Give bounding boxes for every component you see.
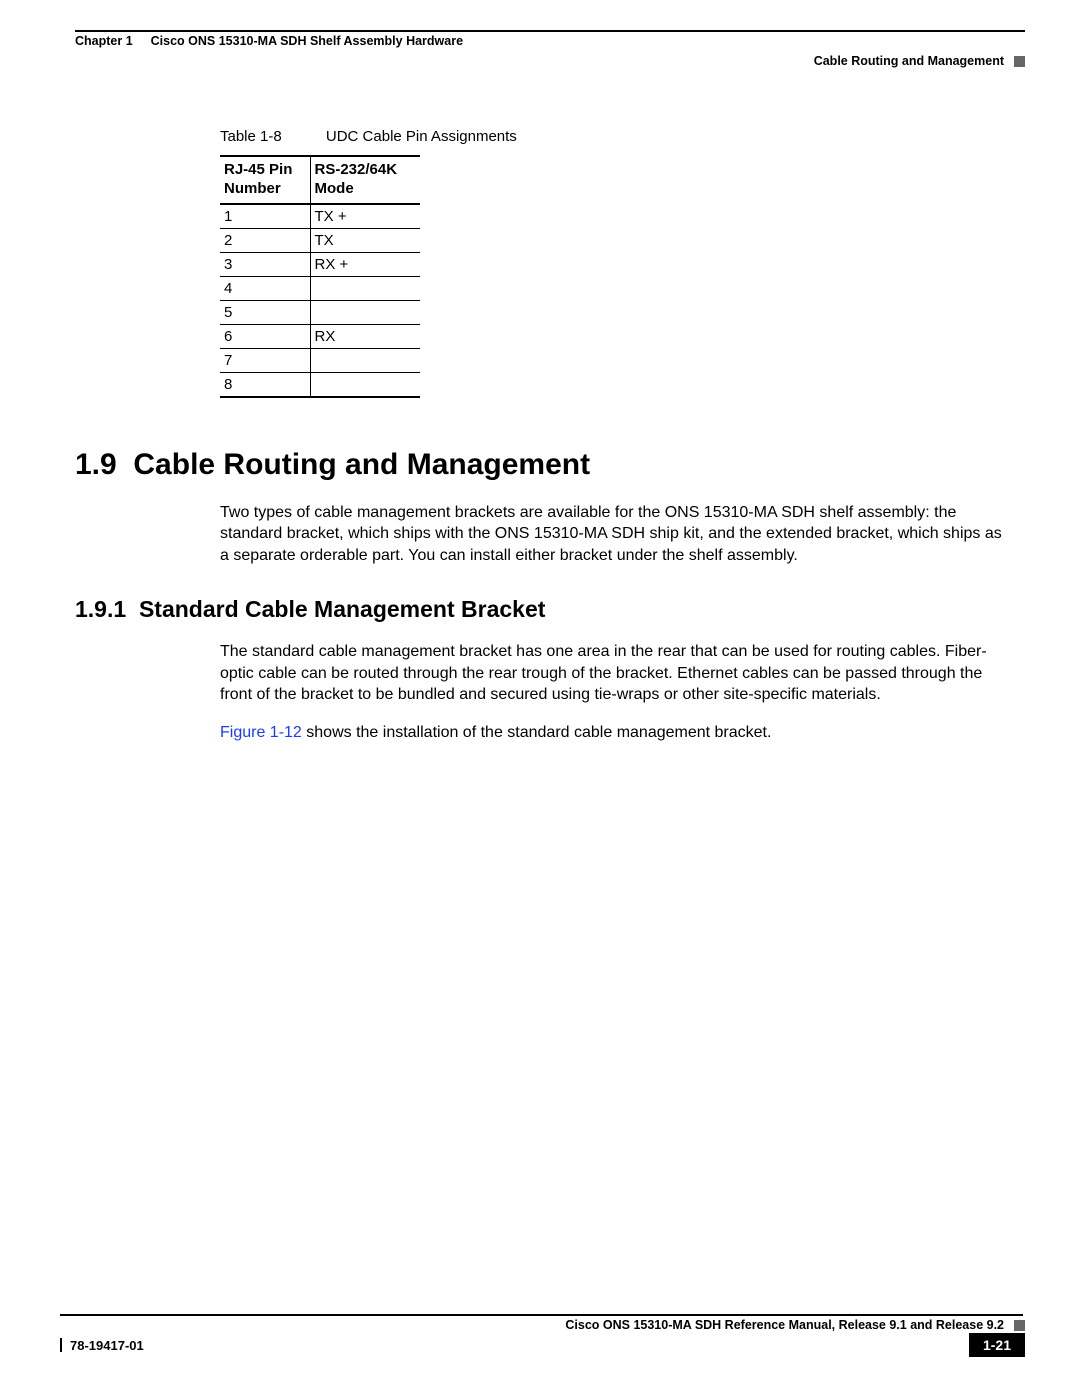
cell-pin: 7 <box>220 348 310 372</box>
header-rule <box>75 30 1025 32</box>
cell-mode: TX <box>310 228 420 252</box>
header-section-label: Cable Routing and Management <box>814 54 1004 68</box>
table-row: 1TX + <box>220 204 420 229</box>
footer-marker-icon <box>1014 1320 1025 1331</box>
page-number: 1-21 <box>983 1337 1011 1353</box>
cell-mode: RX + <box>310 252 420 276</box>
footer-rule <box>60 1314 1023 1316</box>
cell-pin: 3 <box>220 252 310 276</box>
cell-mode: RX <box>310 324 420 348</box>
cell-mode <box>310 300 420 324</box>
body-text: shows the installation of the standard c… <box>302 724 772 741</box>
footer-doc-number: 78-19417-01 <box>70 1338 144 1353</box>
footer-bar-icon <box>60 1338 62 1352</box>
body-paragraph: Figure 1-12 shows the installation of th… <box>220 722 1015 744</box>
pin-assignments-table: RJ-45 Pin Number RS-232/64K Mode 1TX + 2… <box>220 155 420 398</box>
cell-mode: TX + <box>310 204 420 229</box>
section-heading: 1.9 Cable Routing and Management <box>75 448 1025 482</box>
chapter-label: Chapter 1 <box>75 34 133 48</box>
body-paragraph: The standard cable management bracket ha… <box>220 641 1015 706</box>
cell-mode <box>310 276 420 300</box>
subsection-number: 1.9.1 <box>75 596 126 622</box>
page-header: Chapter 1 Cisco ONS 15310-MA SDH Shelf A… <box>60 30 1025 68</box>
header-marker-icon <box>1014 56 1025 67</box>
table-row: 5 <box>220 300 420 324</box>
table-caption-label: Table 1-8 <box>220 128 282 145</box>
table-row: 2TX <box>220 228 420 252</box>
table-row: 6RX <box>220 324 420 348</box>
page-number-box: 1-21 <box>969 1333 1025 1357</box>
figure-reference-link[interactable]: Figure 1-12 <box>220 724 302 741</box>
cell-pin: 5 <box>220 300 310 324</box>
th-col1-line2: Number <box>224 180 281 197</box>
th-col2-line1: RS-232/64K <box>315 161 398 178</box>
section-title: Cable Routing and Management <box>133 448 590 481</box>
table-caption: Table 1-8 UDC Cable Pin Assignments <box>220 128 1025 145</box>
page-footer: Cisco ONS 15310-MA SDH Reference Manual,… <box>60 1314 1025 1357</box>
cell-pin: 1 <box>220 204 310 229</box>
section-number: 1.9 <box>75 448 117 481</box>
body-paragraph: Two types of cable management brackets a… <box>220 502 1015 567</box>
table-row: 7 <box>220 348 420 372</box>
cell-pin: 8 <box>220 372 310 397</box>
th-col1-line1: RJ-45 Pin <box>224 161 292 178</box>
table-header-col1: RJ-45 Pin Number <box>220 156 310 204</box>
cell-pin: 2 <box>220 228 310 252</box>
table-row: 8 <box>220 372 420 397</box>
cell-pin: 6 <box>220 324 310 348</box>
th-col2-line2: Mode <box>315 180 354 197</box>
table-row: 3RX + <box>220 252 420 276</box>
cell-mode <box>310 348 420 372</box>
table-caption-title: UDC Cable Pin Assignments <box>326 128 517 145</box>
table-header-col2: RS-232/64K Mode <box>310 156 420 204</box>
chapter-title: Cisco ONS 15310-MA SDH Shelf Assembly Ha… <box>151 34 463 48</box>
cell-pin: 4 <box>220 276 310 300</box>
subsection-heading: 1.9.1 Standard Cable Management Bracket <box>75 596 1025 623</box>
cell-mode <box>310 372 420 397</box>
table-row: 4 <box>220 276 420 300</box>
footer-manual-title: Cisco ONS 15310-MA SDH Reference Manual,… <box>565 1318 1004 1332</box>
subsection-title: Standard Cable Management Bracket <box>139 596 545 622</box>
